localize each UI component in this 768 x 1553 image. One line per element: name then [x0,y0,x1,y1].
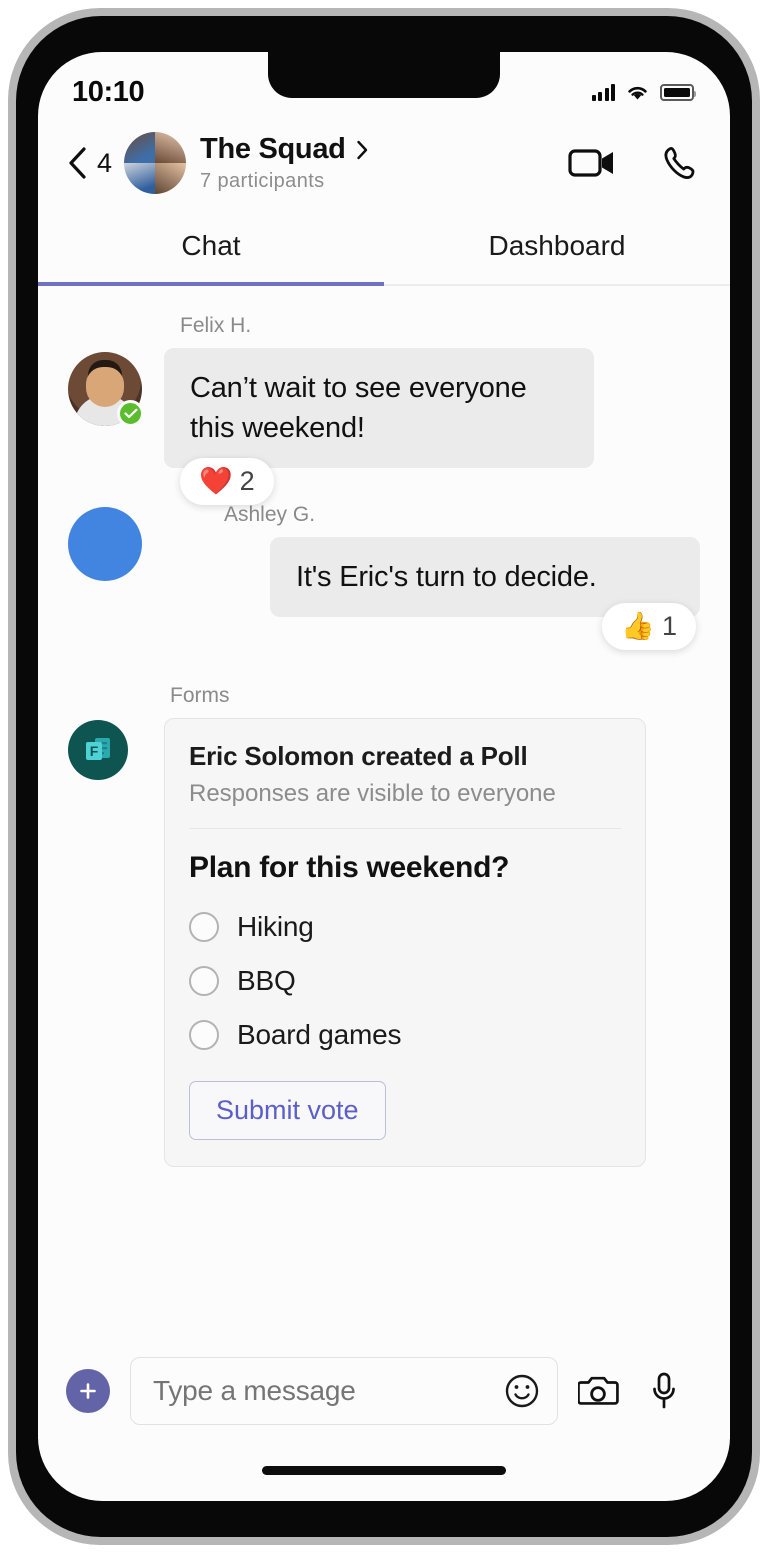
group-avatar[interactable] [124,132,187,194]
thumbs-up-icon: 👍 [621,611,655,642]
chevron-left-icon [66,146,88,180]
divider [189,828,621,830]
svg-text:F: F [90,743,99,759]
chevron-right-icon [356,140,369,160]
back-button[interactable]: 4 [66,146,112,180]
plus-icon [78,1381,98,1401]
poll-question: Plan for this weekend? [189,851,510,885]
message-item: Felix H. Can’t wait to see everyone this… [68,314,700,506]
status-icons [591,83,696,101]
page-title: The Squad [200,133,346,165]
poll-option-label: Hiking [237,911,314,943]
poll-option-label: Board games [237,1019,402,1051]
phone-icon[interactable] [661,145,696,181]
microsoft-forms-icon: F [68,720,128,781]
poll-card: Eric Solomon created a Poll Responses ar… [164,718,646,1168]
microphone-icon[interactable] [650,1371,678,1411]
composer-actions [578,1371,678,1411]
reaction-count: 2 [239,466,255,497]
status-time: 10:10 [72,75,145,108]
phone-frame: 10:10 4 The Squad 7 participants Chat Da… [8,8,760,1545]
signal-bars-icon [591,83,615,101]
tab-dashboard-label: Dashboard [488,230,626,261]
add-attachment-button[interactable] [66,1369,110,1413]
thumbs-up-reaction[interactable]: 👍 1 [602,603,696,651]
forms-app-label: Forms [170,684,230,708]
submit-vote-button[interactable]: Submit vote [189,1081,386,1141]
smiley-face-icon[interactable] [503,1372,541,1410]
message-item: Ashley G. It's Eric's turn to decide. 👍 … [68,503,700,651]
avatar[interactable] [68,507,142,582]
poll-option-hiking[interactable]: Hiking [189,911,621,943]
reaction-count: 1 [661,611,677,642]
header-actions [568,145,696,181]
chat-header: 4 The Squad 7 participants [38,118,730,208]
chat-title-block[interactable]: The Squad 7 participants [200,133,558,193]
message-sender: Ashley G. [224,503,316,527]
message-sender: Felix H. [180,314,252,337]
radio-button-icon[interactable] [189,1020,219,1051]
phone-screen: 10:10 4 The Squad 7 participants Chat Da… [38,52,730,1501]
tab-bar: Chat Dashboard [38,208,730,286]
heart-reaction[interactable]: ❤️ 2 [180,458,274,506]
home-indicator [262,1466,506,1475]
presence-available-icon [117,400,144,427]
poll-created-by: Eric Solomon created a Poll [189,741,528,772]
message-input-wrapper[interactable] [130,1357,558,1425]
search-input[interactable] [153,1375,491,1407]
participants-count: 7 participants [200,170,325,192]
battery-icon [660,83,696,101]
phone-bezel: 10:10 4 The Squad 7 participants Chat Da… [16,16,752,1537]
tab-dashboard[interactable]: Dashboard [384,208,730,284]
poll-option-label: BBQ [237,965,296,997]
avatar[interactable] [68,352,144,427]
wifi-icon [626,83,649,101]
poll-visibility: Responses are visible to everyone [189,780,556,808]
message-bubble[interactable]: Can’t wait to see everyone this weekend! [164,348,594,469]
video-camera-icon[interactable] [568,146,617,180]
message-composer [38,1343,730,1439]
back-unread-count: 4 [97,147,113,178]
radio-button-icon[interactable] [189,966,219,997]
camera-icon[interactable] [578,1373,620,1409]
tab-chat[interactable]: Chat [38,208,384,286]
poll-option-bbq[interactable]: BBQ [189,965,621,997]
message-list[interactable]: Felix H. Can’t wait to see everyone this… [38,286,730,1351]
radio-button-icon[interactable] [189,912,219,943]
heart-icon: ❤️ [199,466,233,497]
poll-option-board-games[interactable]: Board games [189,1019,621,1051]
poll-message: F Eric Solomon created a Poll Responses … [68,718,700,1168]
tab-chat-label: Chat [181,230,241,261]
phone-notch [268,52,500,98]
poll-options: Hiking BBQ Board games [189,911,621,1051]
